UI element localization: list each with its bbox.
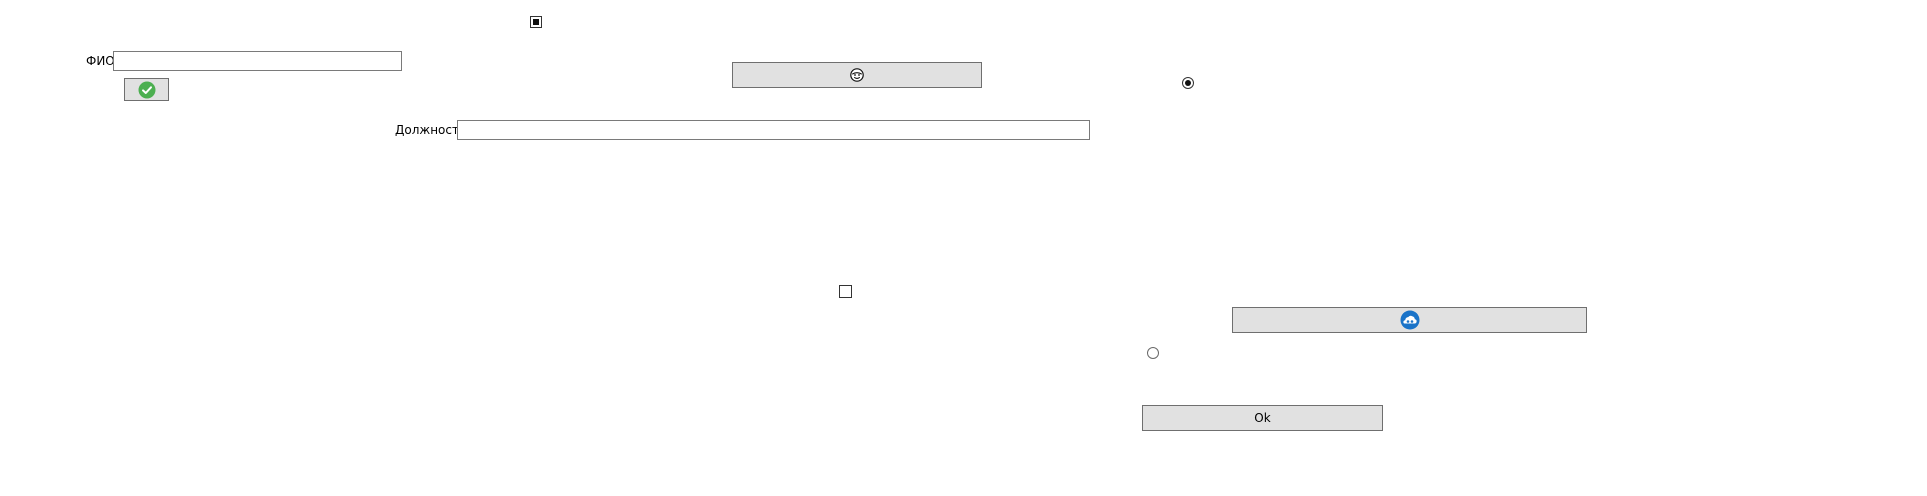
cloud-button[interactable]	[1232, 307, 1587, 333]
green-checkmark-circle-icon	[138, 81, 156, 99]
top-checkbox[interactable]	[530, 16, 542, 28]
fio-label: ФИО	[86, 54, 115, 68]
position-field[interactable]	[457, 120, 1090, 140]
middle-checkbox[interactable]	[839, 285, 852, 298]
position-label: Должность	[395, 123, 467, 137]
radio-option-2[interactable]	[1147, 347, 1159, 359]
ok-button[interactable]: Ok	[1142, 405, 1383, 431]
radio-option-1[interactable]	[1182, 77, 1194, 89]
confirm-button[interactable]	[124, 78, 169, 101]
ok-button-label: Ok	[1254, 411, 1271, 425]
fio-field[interactable]	[113, 51, 402, 71]
emoji-button[interactable]	[732, 62, 982, 88]
face-icon	[850, 68, 864, 82]
blue-cloud-circle-icon	[1400, 310, 1420, 330]
